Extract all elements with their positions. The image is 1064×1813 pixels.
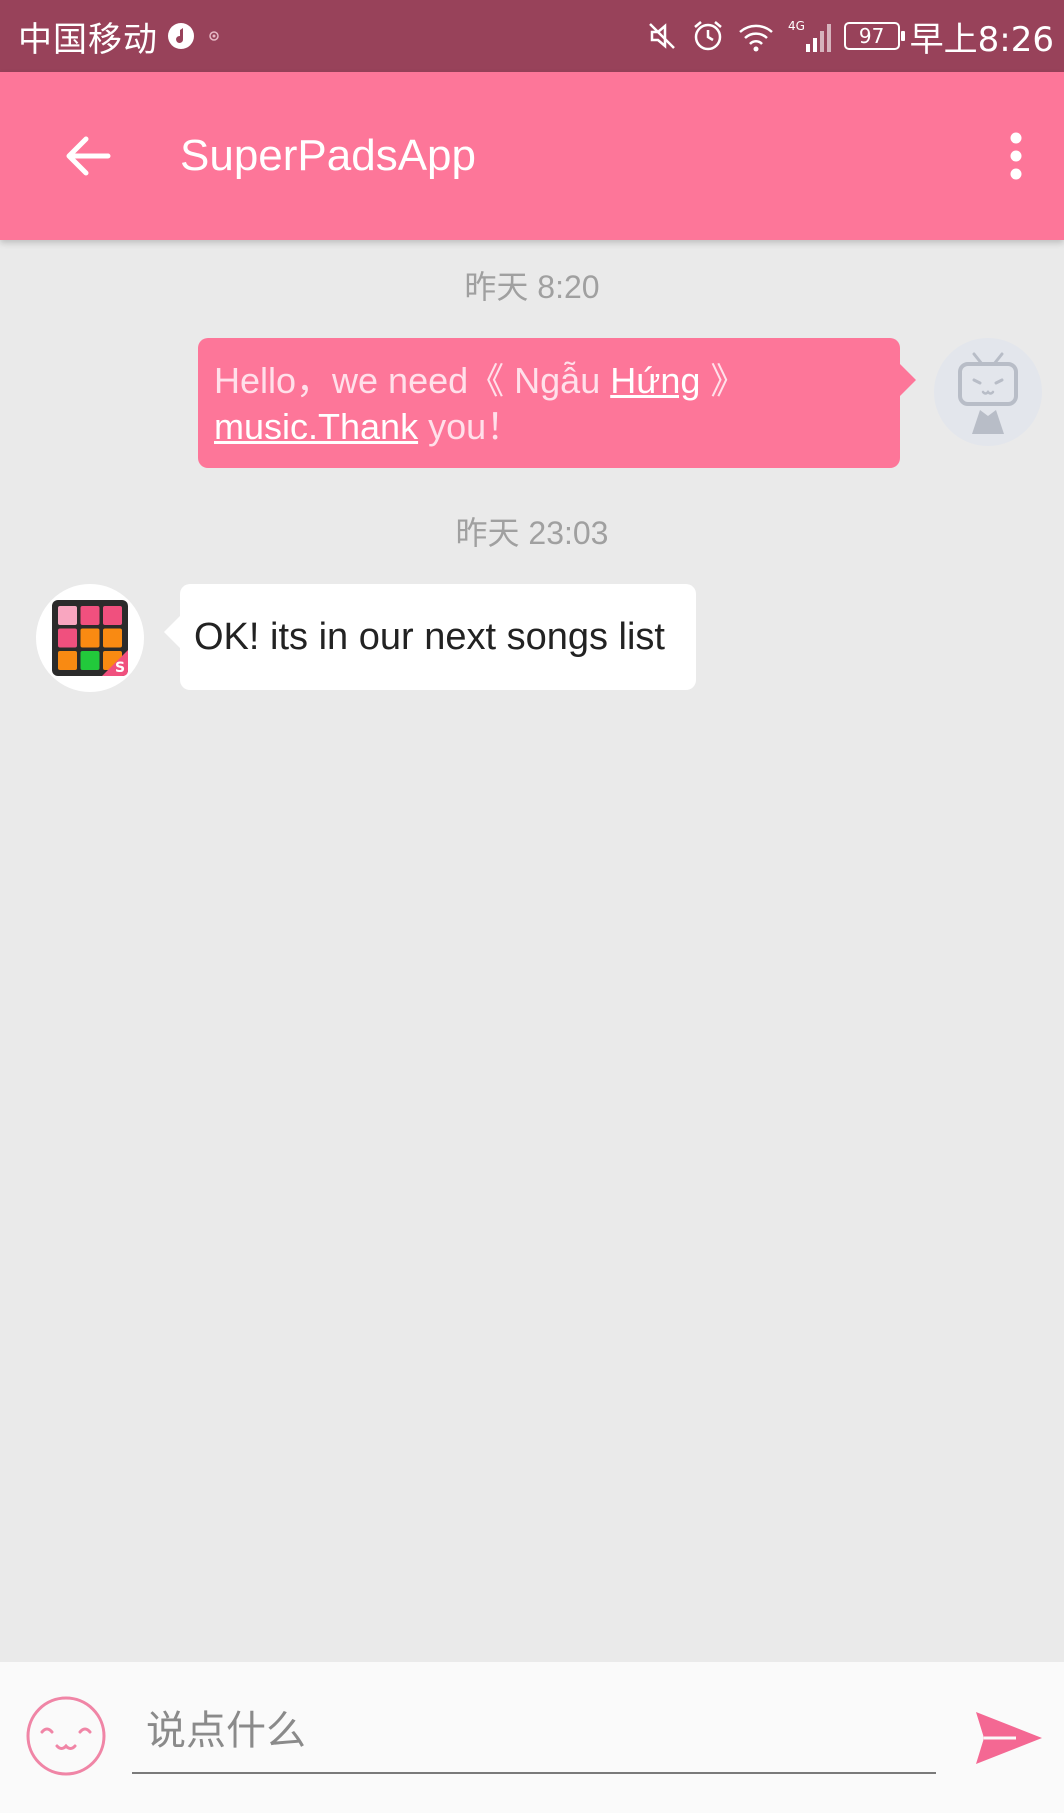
tv-mascot-icon (958, 352, 1018, 434)
music-icon (168, 23, 194, 49)
app-avatar[interactable]: S (36, 584, 144, 692)
status-left: 中国移动 (18, 0, 224, 72)
message-text: you！ (418, 406, 523, 447)
message-timestamp: 昨天 23:03 (455, 515, 609, 551)
back-button[interactable] (48, 116, 128, 196)
status-bar: 中国移动 4G 97 早上8:26 (0, 0, 1064, 72)
signal-icon: 4G (788, 19, 831, 52)
more-options-button[interactable] (986, 116, 1046, 196)
carrier-name: 中国移动 (18, 19, 158, 60)
message-input[interactable] (132, 1690, 936, 1774)
alarm-icon (693, 21, 722, 51)
message-text: 》 (700, 360, 747, 401)
status-right: 4G 97 早上8:26 (644, 0, 1054, 72)
wifi-icon (738, 24, 773, 52)
mute-icon (648, 23, 675, 49)
message-text: Hello，we need《 Ngẫu (214, 360, 611, 401)
message-link[interactable]: Hứng (610, 360, 700, 401)
message-text: OK! its in our next songs list (194, 615, 665, 658)
app-bar: SuperPadsApp (0, 72, 1064, 240)
my-avatar[interactable] (934, 338, 1042, 446)
status-time: 早上8:26 (909, 19, 1054, 60)
superpads-logo-icon: S (52, 600, 128, 676)
battery-level: 97 (858, 24, 885, 48)
page-title: SuperPadsApp (180, 131, 476, 180)
incoming-message-bubble[interactable]: OK! its in our next songs list (164, 584, 696, 690)
outgoing-message-bubble[interactable]: Hello，we need《 Ngẫu Hứng 》 music.Thank yo… (198, 338, 916, 468)
battery-icon: 97 (843, 22, 905, 50)
emoji-button[interactable] (24, 1694, 108, 1778)
network-type-label: 4G (788, 19, 805, 33)
message-timestamp: 昨天 8:20 (464, 269, 600, 305)
arrow-left-icon (66, 136, 111, 176)
message-input-bar (0, 1662, 1064, 1813)
send-button[interactable] (972, 1706, 1044, 1770)
svg-text:S: S (115, 660, 125, 676)
message-link[interactable]: music.Thank (214, 406, 418, 447)
cast-icon (209, 31, 219, 41)
more-vert-icon (1010, 132, 1022, 180)
